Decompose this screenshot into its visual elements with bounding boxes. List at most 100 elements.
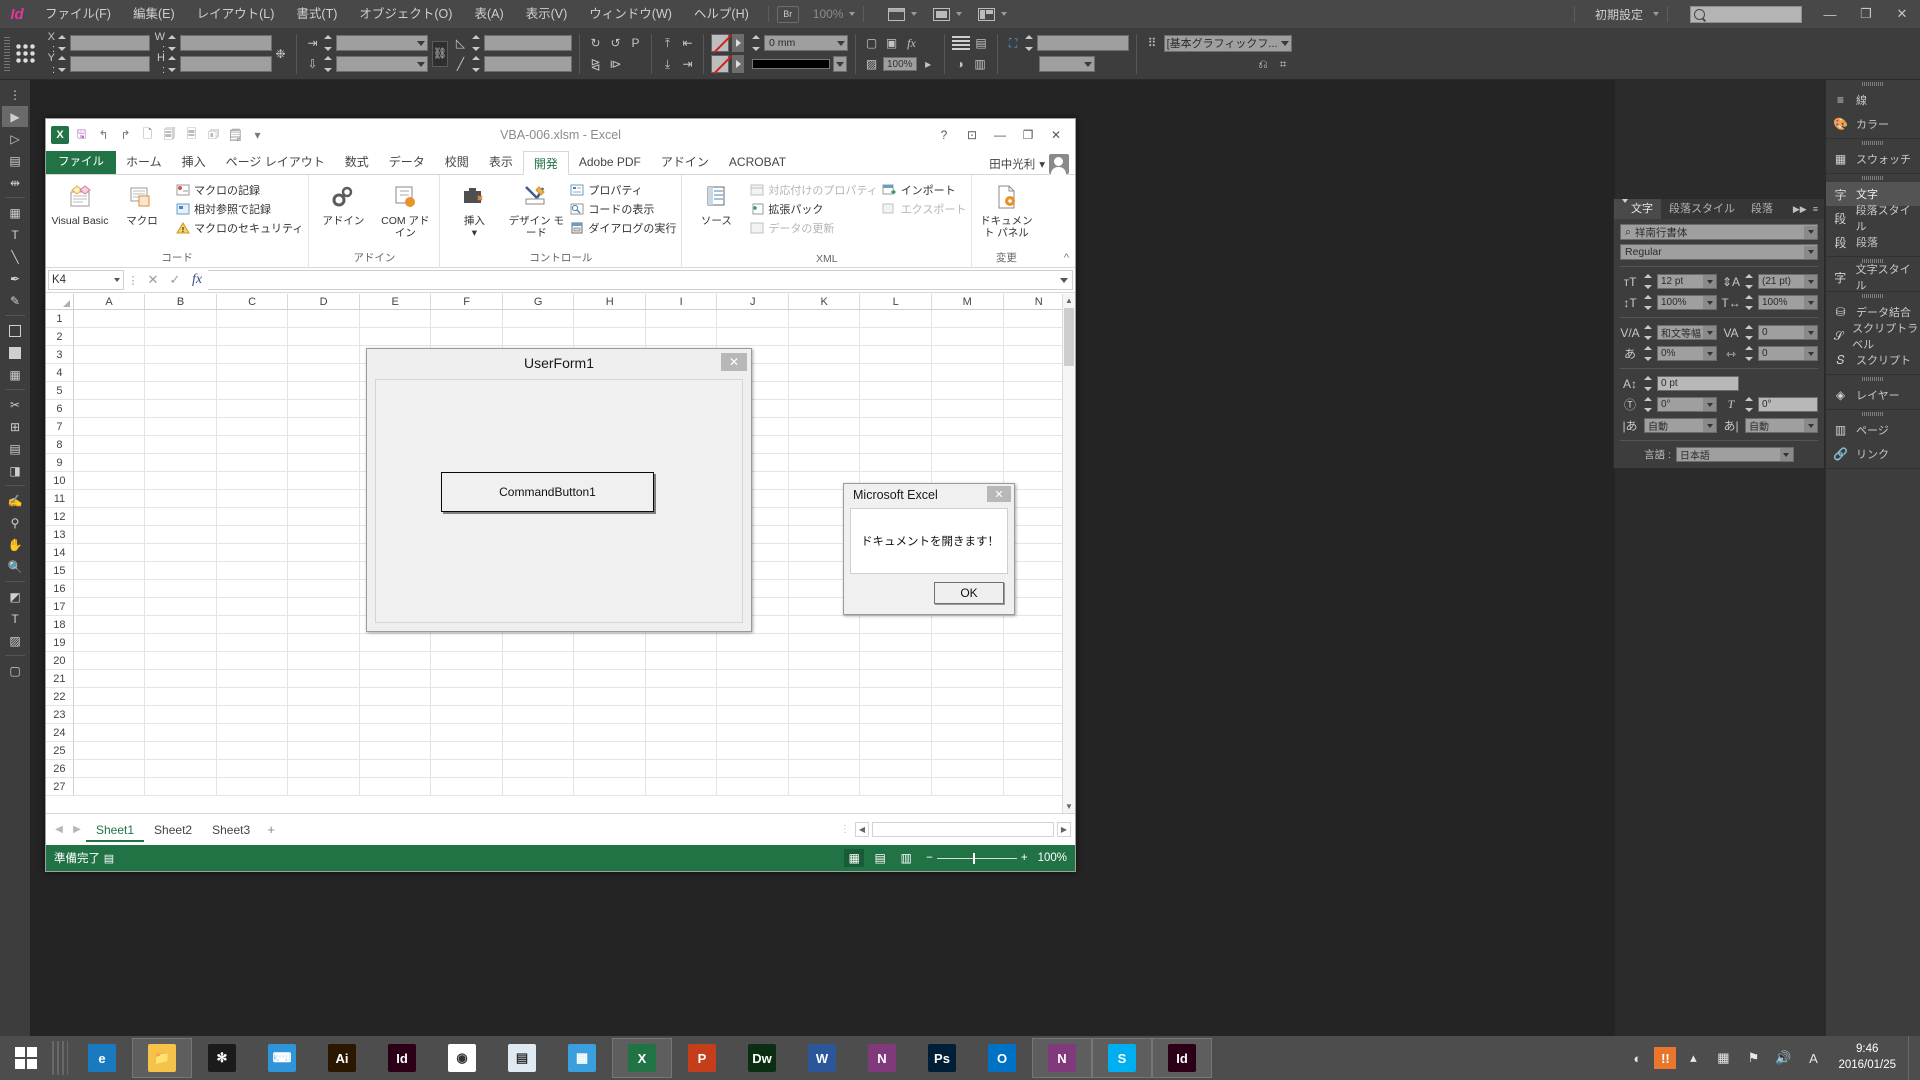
tracking-stepper[interactable] [1745,325,1754,340]
grid-cell[interactable] [288,400,360,418]
frame-fit-stepper[interactable] [1024,35,1034,51]
accessibility-icon[interactable]: ▤ [100,852,118,865]
previous-sheet-icon[interactable]: ◀ [50,824,68,835]
com-addins-button[interactable]: COM アドイン [376,178,434,239]
w-stepper[interactable] [168,35,177,51]
grid-cell[interactable] [73,508,146,526]
y-stepper[interactable] [58,56,67,72]
row-header[interactable]: 10 [46,472,74,490]
grid-cell[interactable] [73,688,146,706]
grid-cell[interactable] [717,778,789,796]
insert-control-chevron-icon[interactable]: ▾ [472,227,477,239]
rotate-ccw-icon[interactable]: ↺ [607,35,624,52]
grid-cell[interactable] [860,454,932,472]
grid-cell[interactable] [73,670,146,688]
zoom-level-value[interactable]: 100% [799,7,844,21]
visual-basic-button[interactable]: Visual Basic [51,178,109,227]
language-input[interactable]: 日本語 [1675,447,1794,462]
taskbar-item-file-explorer[interactable]: 📁 [132,1038,192,1078]
ok-button[interactable]: OK [934,582,1004,604]
baseline-shift-input[interactable]: 0 pt [1657,376,1739,391]
grid-cell[interactable] [645,670,718,688]
grid-cell[interactable] [216,346,289,364]
font-style-input[interactable]: Regular [1620,244,1818,260]
horizontal-scale-input[interactable]: 100% [1758,295,1818,310]
vertical-scale-stepper[interactable] [1644,295,1653,310]
grid-cell[interactable] [73,364,146,382]
sidebar-item-character-styles[interactable]: 字 文字スタイル [1826,264,1920,292]
new-icon[interactable]: 🗋 [138,126,157,145]
macro-security-button[interactable]: マクロのセキュリティ [175,220,303,236]
normal-view-icon[interactable]: ▦ [844,849,865,867]
table-row[interactable]: 21 [46,670,1075,688]
menu-window[interactable]: ウィンドウ(W) [578,0,683,28]
taskbar-item-indesign-open[interactable]: Id [1152,1038,1212,1078]
rotation-input[interactable] [484,35,572,51]
grid-cell[interactable] [788,418,861,436]
grid-cell[interactable] [932,760,1004,778]
tab-page-layout[interactable]: ページ レイアウト [216,150,335,174]
opacity-flyout-icon[interactable]: ▸ [920,56,937,73]
grid-cell[interactable] [216,364,289,382]
tracking-input[interactable]: 0 [1758,325,1818,340]
table-row[interactable]: 20 [46,652,1075,670]
formula-bar-grip[interactable]: ⋮ [124,274,142,287]
grid-cell[interactable] [145,310,217,328]
grid-cell[interactable] [73,526,146,544]
sidebar-item-stroke[interactable]: ≡ 線 [1826,88,1920,112]
grid-cell[interactable] [145,778,217,796]
leading-stepper[interactable] [1745,274,1754,289]
column-header[interactable]: M [932,294,1004,309]
grid-cell[interactable] [932,310,1004,328]
text-align-frame-icon[interactable]: ▥ [972,56,989,73]
grid-cell[interactable] [788,724,861,742]
grid-cell[interactable] [932,364,1004,382]
frame-fit-dropdown[interactable] [1038,56,1095,72]
grid-cell[interactable] [145,346,217,364]
grid-cell[interactable] [288,472,360,490]
grid-cell[interactable] [145,670,217,688]
grid-cell[interactable] [73,634,146,652]
grid-cell[interactable] [145,742,217,760]
view-mode-icon[interactable] [933,7,951,21]
font-size-input[interactable]: 12 pt [1657,274,1717,289]
arrange-documents-icon[interactable] [978,7,996,21]
expand-formula-bar-icon[interactable] [1060,277,1068,283]
gradient-feather-tool[interactable]: ◨ [2,460,28,481]
message-box-dialog[interactable]: Microsoft Excel ✕ ドキュメントを開きます！ OK [843,483,1015,615]
grid-cell[interactable] [932,418,1004,436]
taskbar-item-notepad[interactable]: ▤ [492,1038,552,1078]
grid-cell[interactable] [145,472,217,490]
grid-cell[interactable] [860,670,932,688]
grid-cell[interactable] [932,454,1004,472]
row-header[interactable]: 20 [46,652,74,670]
grid-cell[interactable] [359,310,432,328]
scroll-up-icon[interactable]: ▲ [1063,294,1075,307]
restore-button[interactable]: ❐ [1015,124,1041,146]
grid-cell[interactable] [288,382,360,400]
grid-cell[interactable] [145,490,217,508]
table-row[interactable]: 2 [46,328,1075,346]
collapse-panel-icon[interactable]: ▶▶ [1793,204,1807,215]
grid-cell[interactable] [288,598,360,616]
rectangle-tool[interactable] [2,342,28,363]
export-button[interactable]: エクスポート [882,201,966,217]
grid-cell[interactable] [645,760,718,778]
import-button[interactable]: インポート [882,182,967,198]
grid-cell[interactable] [574,688,646,706]
taskbar-item-photoshop[interactable]: Ps [912,1038,972,1078]
grid-cell[interactable] [574,760,646,778]
xml-source-button[interactable]: ソース [687,178,745,227]
workspace-preset-label[interactable]: 初期設定 [1583,6,1647,23]
grid-cell[interactable] [788,346,861,364]
screen-mode-icon[interactable] [888,7,906,21]
row-header[interactable]: 4 [46,364,74,382]
grid-cell[interactable] [860,706,932,724]
taskbar-item-internet-explorer[interactable]: e [72,1038,132,1078]
grid-cell[interactable] [288,580,360,598]
sidebar-item-scripts[interactable]: 𝑆 スクリプト [1826,348,1920,372]
scroll-right-icon[interactable]: ▶ [1057,822,1071,837]
grid-cell[interactable] [288,436,360,454]
leading-input[interactable]: (21 pt) [1758,274,1818,289]
transparency-grid-icon[interactable]: ▨ [863,56,880,73]
